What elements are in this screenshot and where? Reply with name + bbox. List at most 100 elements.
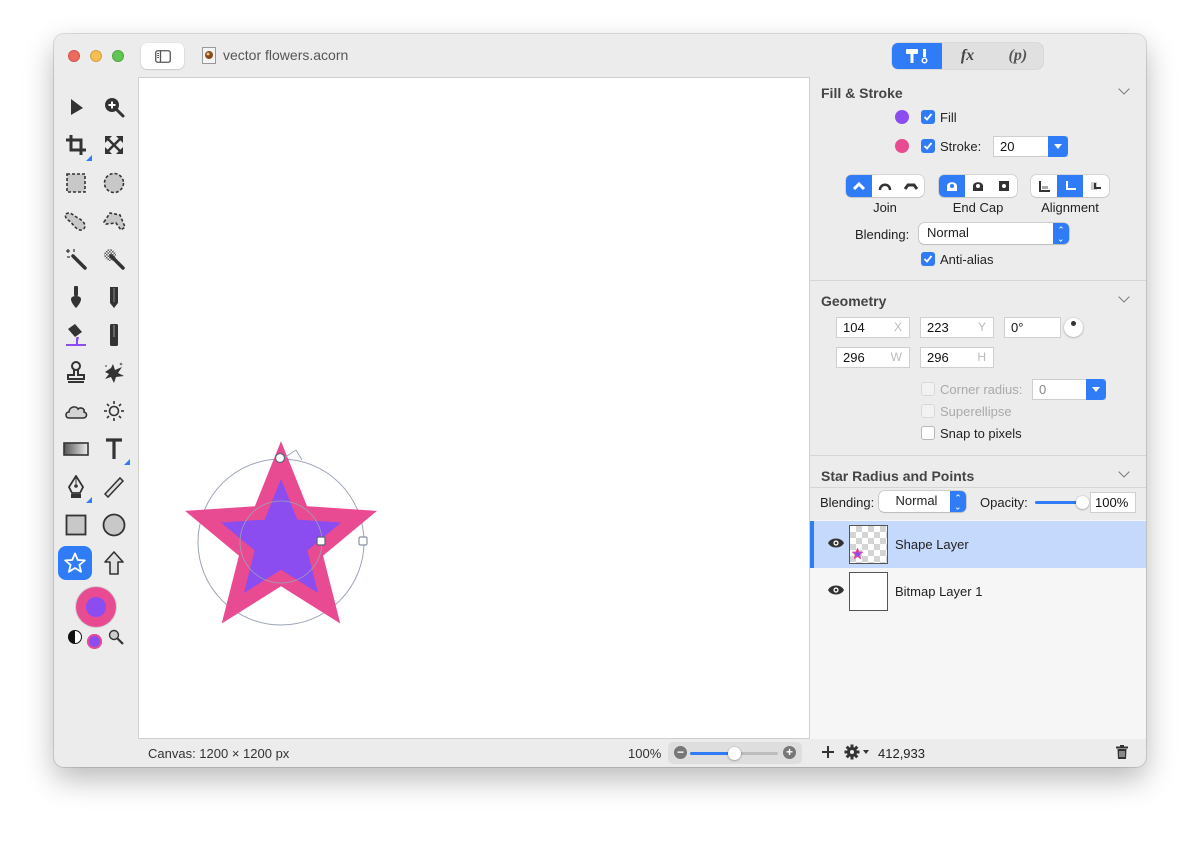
layer-row[interactable]: Bitmap Layer 1 — [810, 568, 1146, 615]
width-field[interactable]: 296 W — [836, 347, 910, 368]
join-round-button[interactable] — [872, 175, 898, 197]
fill-checkbox[interactable] — [921, 110, 935, 124]
opacity-slider[interactable] — [1035, 496, 1089, 509]
rotation-field[interactable]: 0° — [1004, 317, 1061, 338]
delete-layer-button[interactable] — [1116, 745, 1128, 762]
superellipse-checkbox[interactable] — [921, 404, 935, 418]
alignment-center-button[interactable] — [1057, 175, 1083, 197]
canvas[interactable] — [138, 77, 810, 739]
close-window-button[interactable] — [68, 50, 80, 62]
x-unit-label: X — [893, 320, 902, 334]
fill-color-swatch[interactable] — [86, 597, 106, 617]
submenu-indicator — [124, 459, 130, 465]
tool-magic-wand[interactable] — [60, 243, 92, 275]
tool-crop[interactable] — [60, 129, 92, 161]
alignment-inside-button[interactable] — [1031, 175, 1057, 197]
tool-burn[interactable] — [60, 395, 92, 427]
rotation-dial[interactable] — [1064, 318, 1083, 337]
stroke-color-swatch[interactable] — [895, 139, 909, 153]
zoom-in-button[interactable]: + — [783, 746, 796, 759]
alignment-outside-button[interactable] — [1083, 175, 1109, 197]
fill-color-swatch[interactable] — [895, 110, 909, 124]
tool-oval[interactable] — [98, 509, 130, 541]
collapse-star-chevron-icon[interactable] — [1118, 466, 1130, 478]
tool-polygon-lasso[interactable] — [98, 205, 130, 237]
tool-brush[interactable] — [60, 281, 92, 313]
endcap-butt-button[interactable] — [939, 175, 965, 197]
zoom-control: − + — [668, 742, 802, 764]
minimize-window-button[interactable] — [90, 50, 102, 62]
collapse-geometry-chevron-icon[interactable] — [1118, 291, 1130, 303]
tool-star[interactable] — [58, 546, 92, 580]
layer-blending-popup[interactable]: Normal ⌃ ⌃ — [879, 491, 966, 512]
sidebar-icon — [154, 49, 171, 63]
opacity-slider-knob[interactable] — [1076, 496, 1089, 509]
tool-lasso[interactable] — [60, 205, 92, 237]
inner-radius-handle[interactable] — [316, 536, 326, 546]
blending-popup[interactable]: Normal ⌃ ⌃ — [919, 223, 1069, 244]
eye-icon[interactable] — [827, 537, 845, 549]
add-layer-button[interactable] — [821, 745, 835, 762]
tool-bezier[interactable] — [60, 471, 92, 503]
tool-text[interactable] — [98, 433, 130, 465]
tool-smudge[interactable] — [98, 357, 130, 389]
eye-icon[interactable] — [827, 584, 845, 596]
mini-color-well[interactable] — [87, 634, 102, 649]
outer-radius-handle[interactable] — [358, 536, 368, 546]
opacity-field[interactable]: 100% — [1090, 492, 1136, 513]
tool-dodge[interactable] — [98, 395, 130, 427]
tool-paint-bucket[interactable] — [60, 319, 92, 351]
stroke-width-dropdown-button[interactable] — [1048, 136, 1068, 157]
paint-bucket-icon — [66, 324, 86, 346]
tool-move[interactable] — [60, 91, 92, 123]
tool-arrow[interactable] — [98, 547, 130, 579]
zoom-window-button[interactable] — [112, 50, 124, 62]
collapse-fill-stroke-chevron-icon[interactable] — [1118, 83, 1130, 95]
tool-eraser[interactable] — [98, 319, 130, 351]
y-field[interactable]: 223 Y — [920, 317, 994, 338]
antialias-label: Anti-alias — [940, 252, 994, 267]
layer-actions-button[interactable] — [844, 744, 870, 760]
zoom-out-button[interactable]: − — [674, 746, 687, 759]
zoom-slider-knob[interactable] — [728, 747, 741, 760]
star-shape[interactable] — [185, 441, 377, 624]
x-field[interactable]: 104 X — [836, 317, 910, 338]
layer-row[interactable]: Shape Layer — [810, 521, 1146, 568]
stroke-checkbox[interactable] — [921, 139, 935, 153]
eyedropper-magnifier-icon[interactable] — [108, 629, 124, 648]
corner-radius-field[interactable]: 0 — [1032, 379, 1106, 400]
tool-ellipse-select[interactable] — [98, 167, 130, 199]
height-field[interactable]: 296 H — [920, 347, 994, 368]
tool-color-select[interactable] — [98, 243, 130, 275]
tool-transform[interactable] — [98, 129, 130, 161]
endcap-round-button[interactable] — [965, 175, 991, 197]
swap-colors-icon[interactable] — [68, 630, 82, 644]
sidebar-toggle-button[interactable] — [141, 43, 184, 69]
tool-pencil[interactable] — [98, 281, 130, 313]
rotation-handle[interactable] — [274, 452, 286, 464]
stroke-width-field[interactable]: 20 — [993, 136, 1068, 157]
alignment-label: Alignment — [1041, 200, 1099, 215]
join-bevel-button[interactable] — [898, 175, 924, 197]
tool-line[interactable] — [98, 471, 130, 503]
tab-properties[interactable]: (p) — [993, 43, 1043, 69]
color-wand-icon — [104, 249, 125, 270]
app-window: vector flowers.acorn fx (p) Canvas: 1200… — [54, 34, 1146, 767]
fill-stroke-color-well[interactable] — [76, 587, 116, 627]
zoom-slider[interactable] — [690, 747, 778, 760]
updown-chevron-icon: ⌃ ⌃ — [950, 491, 966, 512]
tool-rect-select[interactable] — [60, 167, 92, 199]
tab-tool-options[interactable] — [892, 43, 943, 69]
corner-radius-checkbox[interactable] — [921, 382, 935, 396]
snap-to-pixels-checkbox[interactable] — [921, 426, 935, 440]
join-miter-button[interactable] — [846, 175, 872, 197]
corner-radius-dropdown-button[interactable] — [1086, 379, 1106, 400]
tab-filters[interactable]: fx — [942, 43, 992, 69]
tool-clone-stamp[interactable] — [60, 357, 92, 389]
star-icon — [64, 552, 86, 573]
tool-gradient[interactable] — [60, 433, 92, 465]
endcap-square-button[interactable] — [991, 175, 1017, 197]
tool-zoom[interactable] — [98, 91, 130, 123]
tool-rectangle[interactable] — [60, 509, 92, 541]
antialias-checkbox[interactable] — [921, 252, 935, 266]
